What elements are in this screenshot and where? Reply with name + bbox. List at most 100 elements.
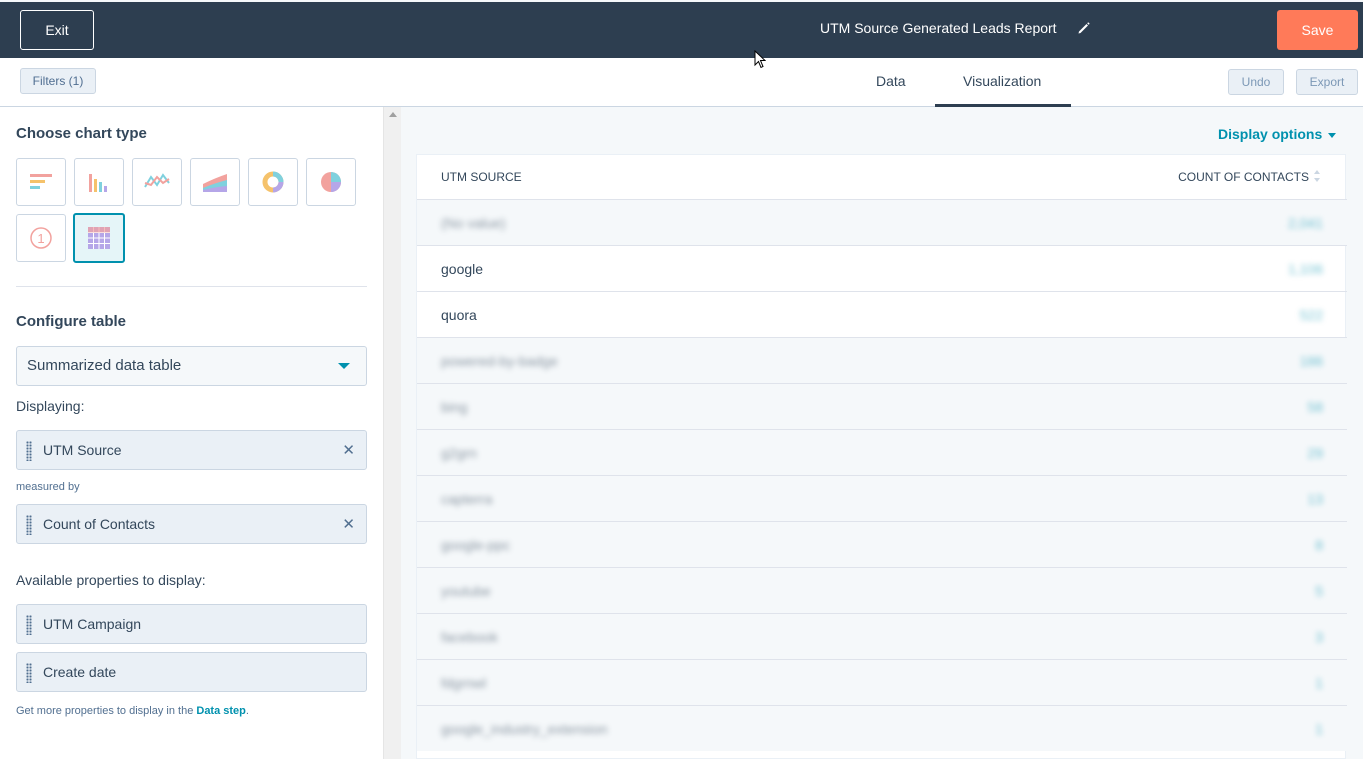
displaying-chip[interactable]: UTM Source ✕: [16, 430, 367, 470]
top-header: Exit UTM Source Generated Leads Report S…: [0, 0, 1363, 58]
visualization-panel: Display options UTM SOURCE COUNT OF CONT…: [401, 107, 1363, 759]
cell-utm-source: fdgrnwl: [441, 675, 487, 691]
table-row: capterra 13: [417, 475, 1347, 521]
report-title[interactable]: UTM Source Generated Leads Report: [820, 20, 1057, 36]
chevron-down-icon: [338, 363, 350, 369]
cell-count-link[interactable]: 1: [1315, 675, 1323, 691]
column-header-utm-source[interactable]: UTM SOURCE: [441, 170, 522, 184]
filters-button[interactable]: Filters (1): [20, 68, 96, 94]
caret-down-icon: [1328, 132, 1337, 138]
chip-label: Create date: [43, 664, 117, 680]
drag-handle-icon[interactable]: [26, 441, 32, 461]
chart-type-line[interactable]: [132, 158, 182, 206]
sort-icon[interactable]: [1313, 169, 1321, 183]
chip-label: UTM Source: [43, 442, 122, 458]
table-row: bing 58: [417, 383, 1347, 429]
scroll-up-arrow-icon[interactable]: [389, 112, 397, 117]
column-header-count[interactable]: COUNT OF CONTACTS: [1178, 170, 1309, 184]
display-options-dropdown[interactable]: Display options: [1218, 126, 1337, 142]
summary-number-icon: 1: [30, 227, 52, 249]
table-row: google 1,106: [417, 245, 1347, 291]
chart-type-heading: Choose chart type: [16, 125, 147, 142]
cell-count-link[interactable]: 1,106: [1288, 261, 1323, 277]
measure-chip[interactable]: Count of Contacts ✕: [16, 504, 367, 544]
display-options-label: Display options: [1218, 126, 1323, 142]
help-text: Get more properties to display in the Da…: [16, 705, 249, 717]
tab-data[interactable]: Data: [876, 73, 906, 89]
cell-utm-source: google_industry_extension: [441, 721, 608, 737]
chip-label: Count of Contacts: [43, 516, 156, 532]
cell-count-link[interactable]: 3: [1315, 629, 1323, 645]
remove-icon[interactable]: ✕: [342, 441, 355, 459]
cell-utm-source: youtube: [441, 583, 491, 599]
header-edge: [0, 0, 1363, 2]
data-table: UTM SOURCE COUNT OF CONTACTS (No value) 2…: [416, 154, 1347, 759]
cell-count-link[interactable]: 5: [1315, 583, 1323, 599]
cell-utm-source: powered-by-badge: [441, 353, 558, 369]
cell-utm-source: quora: [441, 307, 477, 323]
help-text-body: Get more properties to display in the: [16, 705, 194, 717]
drag-handle-icon[interactable]: [26, 515, 32, 535]
table-type-value: Summarized data table: [27, 357, 182, 374]
undo-button[interactable]: Undo: [1228, 69, 1284, 95]
cell-count-link[interactable]: 1: [1315, 721, 1323, 737]
table-row: google_industry_extension 1: [417, 705, 1347, 751]
cell-utm-source: g2grn: [441, 445, 477, 461]
displaying-label: Displaying:: [16, 398, 85, 414]
table-chart-icon: [88, 227, 110, 249]
chip-label: UTM Campaign: [43, 616, 142, 632]
table-type-select[interactable]: Summarized data table: [16, 346, 367, 386]
drag-handle-icon[interactable]: [26, 615, 32, 635]
table-row: quora 522: [417, 291, 1347, 337]
chart-type-area[interactable]: [190, 158, 240, 206]
exit-button[interactable]: Exit: [20, 10, 94, 50]
svg-text:1: 1: [37, 231, 44, 246]
export-button[interactable]: Export: [1296, 69, 1358, 95]
pie-chart-icon: [321, 172, 341, 192]
table-row: (No value) 2,041: [417, 199, 1347, 245]
chart-type-summary[interactable]: 1: [16, 214, 66, 262]
available-property-chip[interactable]: Create date: [16, 652, 367, 692]
help-text-end: .: [245, 705, 249, 717]
tab-visualization[interactable]: Visualization: [963, 73, 1041, 89]
vertical-bar-chart-icon: [89, 174, 107, 192]
cell-count-link[interactable]: 58: [1307, 399, 1323, 415]
left-panel: Choose chart type 1 Configure table Summ…: [0, 107, 383, 759]
cell-utm-source: capterra: [441, 491, 493, 507]
edit-pencil-icon[interactable]: [1077, 21, 1091, 35]
cell-utm-source: bing: [441, 399, 468, 415]
cell-count-link[interactable]: 186: [1300, 353, 1323, 369]
horizontal-bar-chart-icon: [30, 174, 52, 189]
measured-by-label: measured by: [16, 481, 80, 493]
chart-type-table[interactable]: [73, 213, 125, 263]
cell-utm-source: google: [441, 261, 484, 277]
cell-count-link[interactable]: 29: [1307, 445, 1323, 461]
available-property-chip[interactable]: UTM Campaign: [16, 604, 367, 644]
table-row: google-ppc 8: [417, 521, 1347, 567]
drag-handle-icon[interactable]: [26, 663, 32, 683]
cell-count-link[interactable]: 2,041: [1288, 215, 1323, 231]
left-panel-scrollbar[interactable]: [383, 107, 401, 759]
table-row: youtube 5: [417, 567, 1347, 613]
table-row: fdgrnwl 1: [417, 659, 1347, 705]
cell-utm-source: (No value): [441, 215, 506, 231]
cell-count-link[interactable]: 8: [1315, 537, 1323, 553]
available-properties-label: Available properties to display:: [16, 572, 206, 588]
configure-table-heading: Configure table: [16, 313, 127, 330]
cell-count-link[interactable]: 13: [1307, 491, 1323, 507]
table-row: g2grn 29: [417, 429, 1347, 475]
table-row: powered-by-badge 186: [417, 337, 1347, 383]
chart-type-donut[interactable]: [248, 158, 298, 206]
save-button[interactable]: Save: [1277, 10, 1358, 50]
cell-count-link[interactable]: 522: [1300, 307, 1323, 323]
remove-icon[interactable]: ✕: [342, 515, 355, 533]
chart-type-pie[interactable]: [306, 158, 356, 206]
donut-chart-icon: [262, 171, 284, 193]
area-chart-icon: [203, 174, 227, 192]
data-step-link[interactable]: Data step: [196, 705, 246, 717]
chart-type-vertical-bar[interactable]: [74, 158, 124, 206]
mouse-cursor-icon: [754, 50, 766, 69]
cell-utm-source: google-ppc: [441, 537, 511, 553]
chart-type-horizontal-bar[interactable]: [16, 158, 66, 206]
toolbar: Filters (1) Data Visualization Undo Expo…: [0, 58, 1363, 108]
